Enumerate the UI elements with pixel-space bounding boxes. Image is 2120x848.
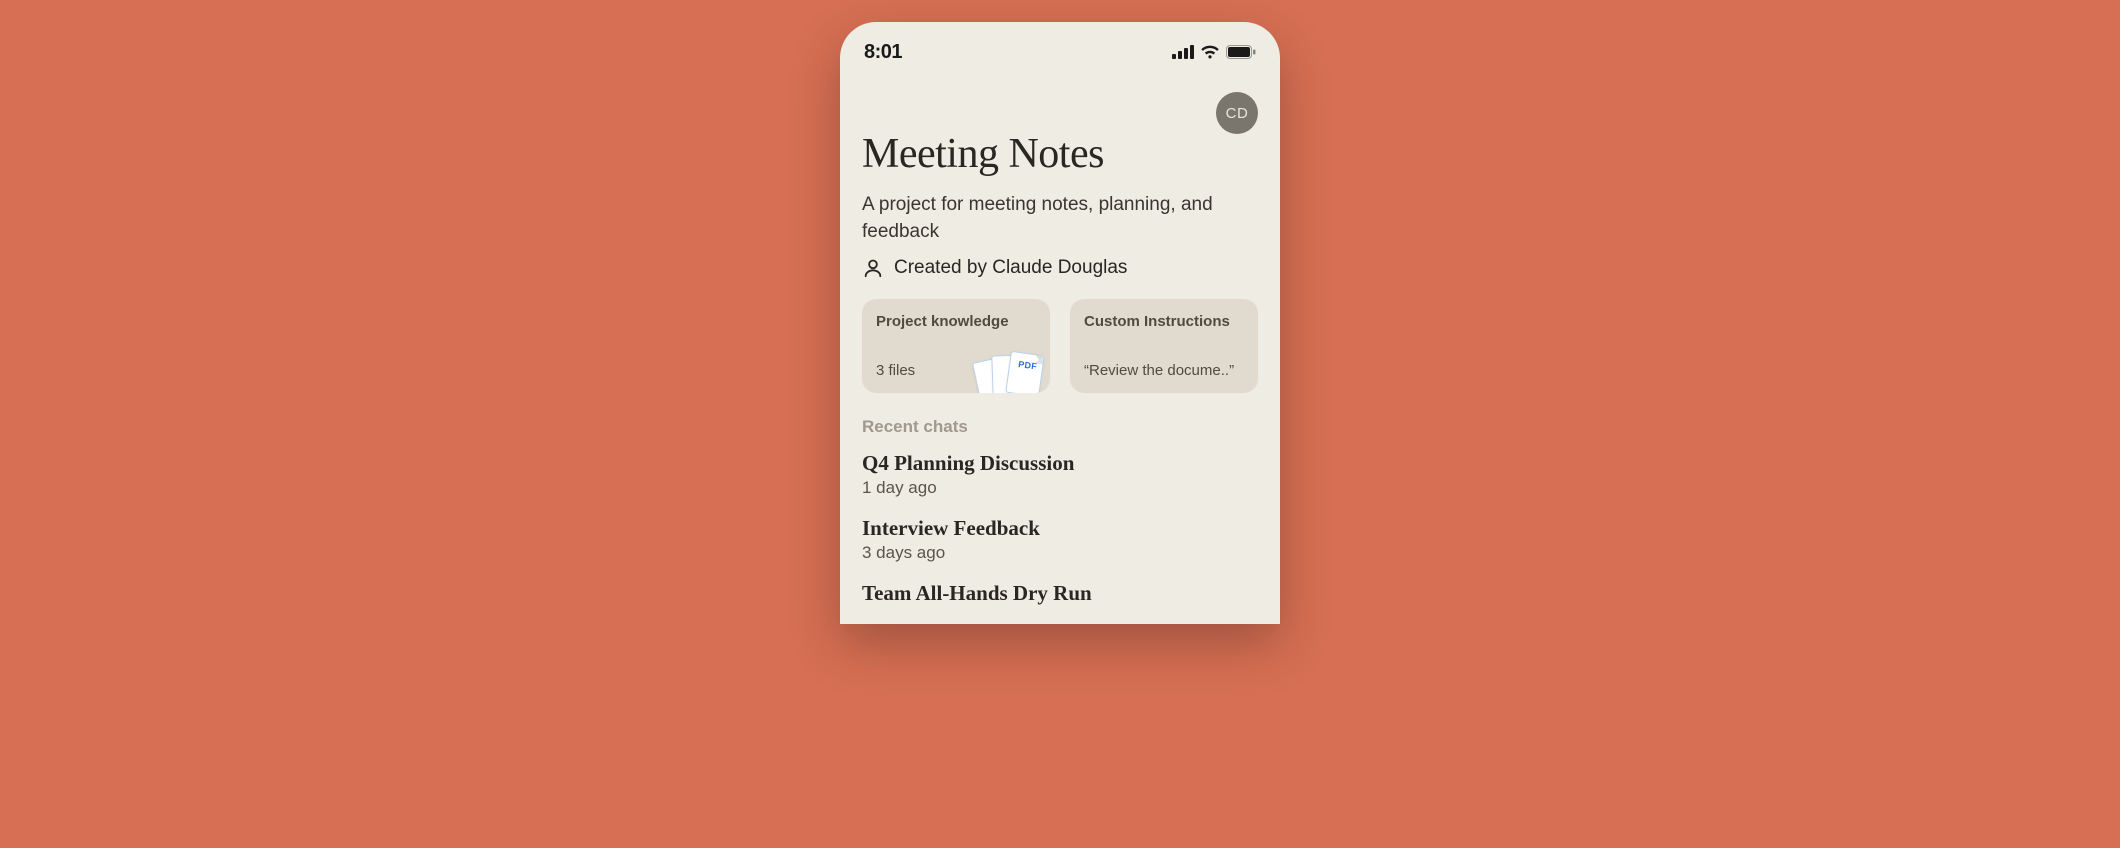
chat-item[interactable]: Q4 Planning Discussion 1 day ago bbox=[862, 451, 1258, 498]
cellular-icon bbox=[1172, 45, 1194, 59]
card-preview: “Review the docume..” bbox=[1084, 362, 1244, 379]
card-title: Custom Instructions bbox=[1084, 313, 1244, 330]
creator-label: Created by Claude Douglas bbox=[894, 257, 1127, 279]
user-avatar[interactable]: CD bbox=[1216, 92, 1258, 134]
custom-instructions-card[interactable]: Custom Instructions “Review the docume..… bbox=[1070, 299, 1258, 393]
chat-item[interactable]: Interview Feedback 3 days ago bbox=[862, 516, 1258, 563]
wifi-icon bbox=[1200, 45, 1220, 59]
recent-chats-label: Recent chats bbox=[862, 417, 1258, 437]
project-screen: CD Meeting Notes A project for meeting n… bbox=[840, 74, 1280, 606]
chat-title: Interview Feedback bbox=[862, 516, 1258, 541]
file-stack-icon: PDF bbox=[976, 351, 1046, 393]
person-icon bbox=[862, 257, 884, 279]
project-knowledge-card[interactable]: Project knowledge 3 files PDF bbox=[862, 299, 1050, 393]
project-title: Meeting Notes bbox=[862, 130, 1258, 178]
status-icons bbox=[1172, 45, 1256, 59]
chat-timestamp: 3 days ago bbox=[862, 543, 1258, 563]
card-title: Project knowledge bbox=[876, 313, 1036, 330]
avatar-row: CD bbox=[862, 92, 1258, 134]
status-bar: 8:01 bbox=[840, 22, 1280, 74]
chat-title: Q4 Planning Discussion bbox=[862, 451, 1258, 476]
battery-icon bbox=[1226, 45, 1256, 59]
chat-title: Team All-Hands Dry Run bbox=[862, 581, 1258, 606]
chat-item[interactable]: Team All-Hands Dry Run bbox=[862, 581, 1258, 606]
status-time: 8:01 bbox=[864, 41, 902, 64]
pdf-badge: PDF bbox=[1018, 359, 1038, 372]
cards-row: Project knowledge 3 files PDF Custom Ins… bbox=[862, 299, 1258, 393]
project-creator: Created by Claude Douglas bbox=[862, 257, 1258, 279]
chat-timestamp: 1 day ago bbox=[862, 478, 1258, 498]
phone-frame: 8:01 CD Meeti bbox=[840, 22, 1280, 624]
project-description: A project for meeting notes, planning, a… bbox=[862, 192, 1258, 245]
avatar-initials: CD bbox=[1226, 105, 1249, 122]
